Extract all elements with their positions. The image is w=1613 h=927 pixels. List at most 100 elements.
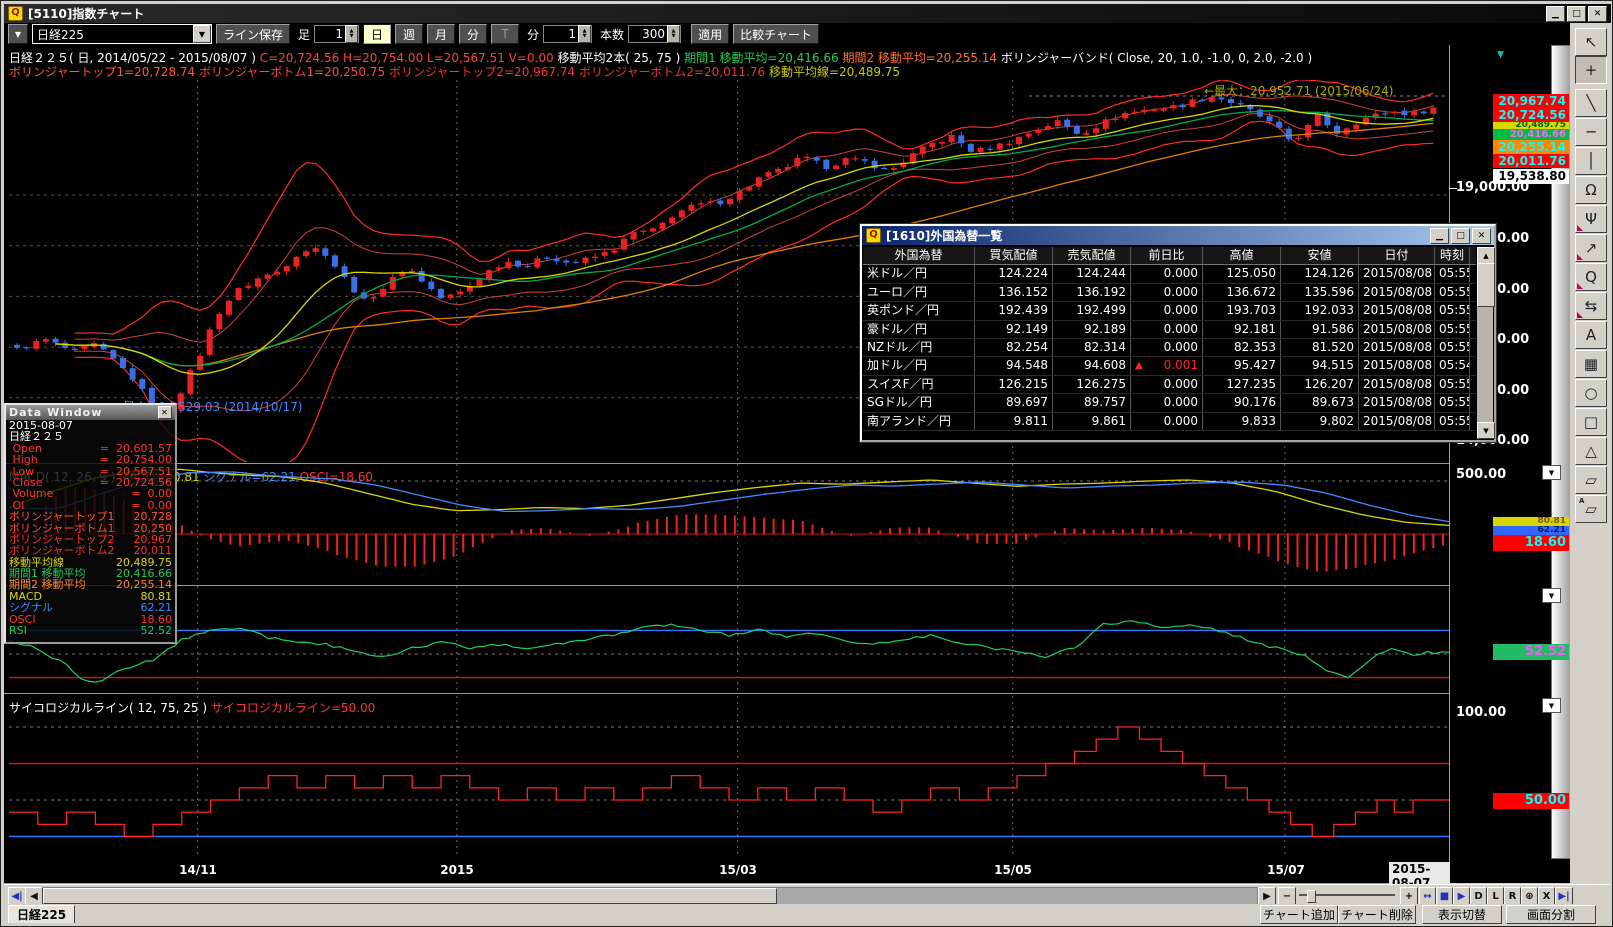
psy-dropdown-icon[interactable]: ▼ (1542, 698, 1561, 713)
scrollbar-thumb[interactable] (1477, 263, 1495, 307)
text-tool-icon[interactable]: A (1575, 321, 1607, 349)
scrollbar-thumb[interactable] (43, 888, 777, 904)
forex-row[interactable]: NZドル／円82.25482.3140.00082.35381.5202015/… (863, 339, 1476, 357)
horizontal-line-icon[interactable]: ─ (1575, 118, 1607, 146)
forex-row[interactable]: 南アランド／円9.8119.8610.0009.8339.8022015/08/… (863, 413, 1476, 431)
ashi-input[interactable]: 1 ▲▼ (314, 25, 359, 43)
bottom-button-2[interactable]: 表示切替 (1422, 905, 1502, 924)
magnifier-icon[interactable]: ⊕ (1521, 887, 1538, 905)
bottom-button-1[interactable]: チャート削除 (1338, 905, 1416, 924)
bottom-button-0[interactable]: チャート追加 (1260, 905, 1338, 924)
d-button[interactable]: D (1470, 887, 1487, 905)
forex-column-header[interactable]: 時刻 (1435, 247, 1470, 264)
forex-column-header[interactable]: 高値 (1203, 247, 1281, 264)
rsi-dropdown-icon[interactable]: ▼ (1542, 588, 1561, 603)
triangle-icon[interactable]: △ (1575, 437, 1607, 465)
step-icon[interactable]: ▶| (1555, 887, 1573, 905)
rectangle-icon[interactable]: □ (1575, 408, 1607, 436)
forex-column-header[interactable]: 日付 (1359, 247, 1435, 264)
panel-dropdown-icon[interactable]: ▼ (1497, 50, 1504, 60)
forex-row[interactable]: 豪ドル／円92.14992.1890.00092.18191.5862015/0… (863, 321, 1476, 339)
l-button[interactable]: L (1487, 887, 1504, 905)
spinner-icon[interactable]: ▲▼ (578, 25, 591, 43)
zoom-out-button[interactable]: − (1278, 887, 1296, 905)
pointer-icon[interactable]: ↖ (1575, 28, 1607, 56)
scroll-right-button[interactable]: ▶ (1258, 887, 1276, 905)
minute-input[interactable]: 1 ▲▼ (543, 25, 592, 43)
symbol-history-button[interactable]: ▼ (8, 24, 28, 44)
forex-row[interactable]: 英ポンド／円192.439192.4990.000193.703192.0332… (863, 302, 1476, 320)
close-button[interactable]: ✕ (1472, 228, 1491, 244)
title-bar[interactable]: Q [5110]指数チャート ▁□✕ (4, 4, 1611, 23)
gann-fan-icon[interactable]: Ψ (1575, 205, 1607, 233)
r-button[interactable]: R (1504, 887, 1521, 905)
psychological-panel[interactable] (9, 696, 1449, 857)
forex-window[interactable]: Q [1610]外国為替一覧 ▁□✕ 外国為替買気配値売気配値前日比高値安値日付… (860, 224, 1496, 442)
line-save-button[interactable]: ライン保存 (216, 24, 290, 44)
period-button-日[interactable]: 日 (363, 24, 391, 44)
period-button-T[interactable]: T (491, 24, 519, 44)
forex-column-header[interactable]: 外国為替 (863, 247, 975, 264)
bar-count-input[interactable]: 300 ▲▼ (628, 25, 681, 43)
compare-chart-button[interactable]: 比較チャート (733, 24, 819, 44)
slider-thumb[interactable] (1307, 890, 1316, 903)
rsi-panel[interactable] (9, 586, 1449, 692)
apply-button[interactable]: 適用 (691, 24, 729, 44)
play-icon[interactable]: ▶ (1453, 887, 1470, 905)
vertical-line-icon[interactable]: │ (1575, 147, 1607, 175)
period-button-月[interactable]: 月 (427, 24, 455, 44)
zoom-slider[interactable] (1299, 894, 1395, 896)
scroll-down-icon[interactable]: ▼ (1477, 422, 1495, 439)
maximize-button[interactable]: □ (1567, 6, 1586, 22)
forex-row[interactable]: 加ドル／円94.54894.608▲0.00195.42794.5152015/… (863, 357, 1476, 375)
forex-column-header[interactable]: 前日比 (1131, 247, 1203, 264)
pan-icon[interactable]: ↔ (1419, 887, 1436, 905)
spinner-icon[interactable]: ▲▼ (345, 25, 358, 43)
close-icon[interactable]: ✕ (158, 406, 172, 419)
trend-line-icon[interactable]: ↗ (1575, 234, 1607, 262)
tab-nikkei225[interactable]: 日経225 (8, 905, 75, 923)
macd-panel[interactable] (9, 464, 1449, 584)
cycle-arrows-icon[interactable]: ⇆ (1575, 292, 1607, 320)
x-button[interactable]: X (1538, 887, 1555, 905)
forex-row[interactable]: スイスF／円126.215126.2750.000127.235126.2072… (863, 376, 1476, 394)
bottom-button-3[interactable]: 画面分割 (1506, 905, 1596, 924)
data-window[interactable]: Data Window ✕ 2015-08-07日経２２５ Open= 20,6… (4, 403, 177, 644)
alert-bell-icon[interactable]: Ω (1575, 176, 1607, 204)
forex-column-header[interactable]: 売気配値 (1053, 247, 1131, 264)
symbol-combobox[interactable]: 日経225 ▼ (32, 24, 212, 44)
crosshair-icon[interactable]: + (1575, 56, 1607, 84)
stop-icon[interactable]: ■ (1436, 887, 1453, 905)
forex-cell: 05:55 (1435, 394, 1470, 411)
forex-scrollbar[interactable]: ▲ ▼ (1477, 247, 1493, 439)
period-button-週[interactable]: 週 (395, 24, 423, 44)
forex-row[interactable]: 米ドル／円124.224124.2440.000125.050124.12620… (863, 265, 1476, 283)
chevron-down-icon[interactable]: ▼ (193, 25, 211, 43)
scroll-home-button[interactable]: ◀| (8, 887, 26, 905)
maximize-button[interactable]: □ (1451, 228, 1470, 244)
diagonal-line-icon[interactable]: ╲ (1575, 89, 1607, 117)
forex-titlebar[interactable]: Q [1610]外国為替一覧 ▁□✕ (862, 226, 1494, 245)
eraser-icon[interactable]: ▱ (1575, 466, 1607, 494)
ellipse-icon[interactable]: ○ (1575, 379, 1607, 407)
minimize-button[interactable]: ▁ (1546, 6, 1565, 22)
data-window-titlebar[interactable]: Data Window ✕ (6, 405, 175, 420)
forex-column-header[interactable]: 安値 (1281, 247, 1359, 264)
eraser-all-icon[interactable]: ▱A (1575, 495, 1607, 523)
chart-area[interactable]: 日経２２５( 日, 2014/05/22 - 2015/08/07 ) C=20… (4, 45, 1570, 883)
forex-row[interactable]: SGドル／円89.69789.7570.00090.17689.6732015/… (863, 394, 1476, 412)
horizontal-scrollbar[interactable] (42, 887, 1258, 905)
scroll-left-button[interactable]: ◀ (25, 887, 43, 905)
time-label: 14/11 (179, 863, 217, 877)
zoom-in-button[interactable]: + (1400, 887, 1418, 905)
forex-column-header[interactable]: 買気配値 (975, 247, 1053, 264)
close-button[interactable]: ✕ (1588, 6, 1607, 22)
period-button-分[interactable]: 分 (459, 24, 487, 44)
spinner-icon[interactable]: ▲▼ (667, 25, 680, 43)
grid-icon[interactable]: ▦ (1575, 350, 1607, 378)
quote-list-icon[interactable]: Q (1575, 263, 1607, 291)
macd-dropdown-icon[interactable]: ▼ (1542, 465, 1561, 480)
scroll-up-icon[interactable]: ▲ (1477, 247, 1495, 264)
minimize-button[interactable]: ▁ (1430, 228, 1449, 244)
forex-row[interactable]: ユーロ／円136.152136.1920.000136.672135.59620… (863, 284, 1476, 302)
